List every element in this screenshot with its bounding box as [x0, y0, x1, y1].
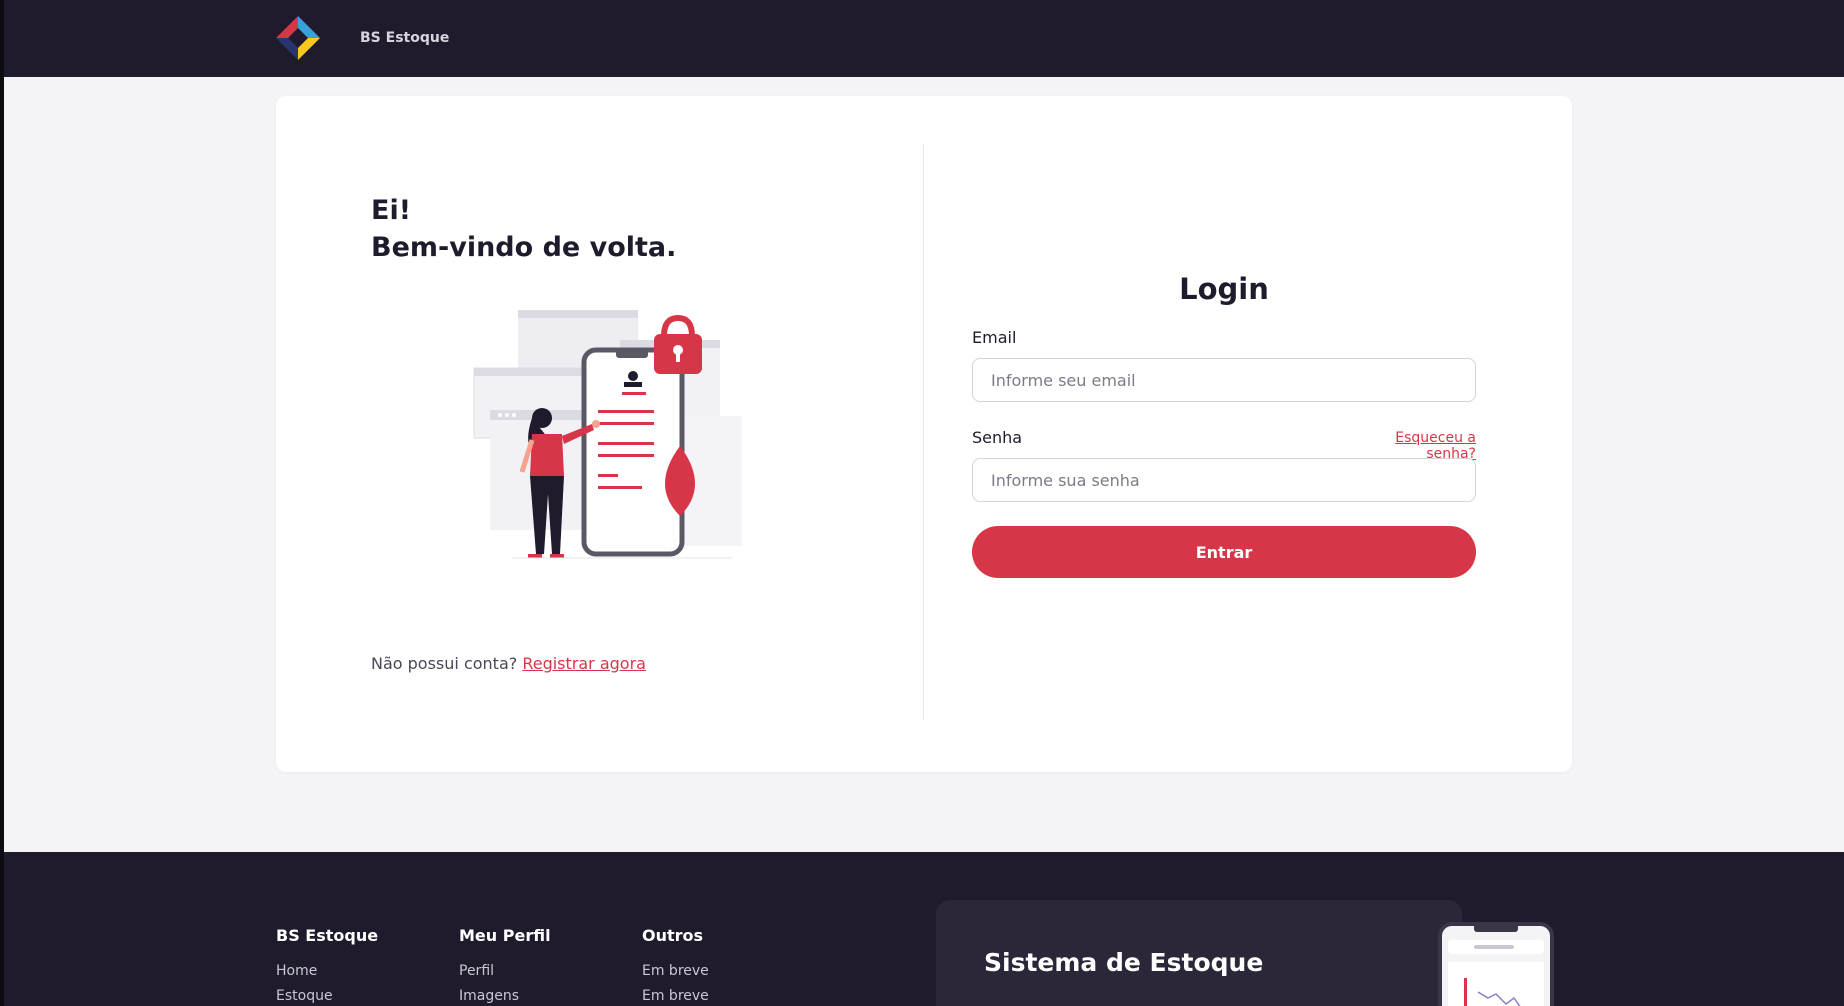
footer-column-title: BS Estoque: [276, 926, 379, 945]
footer-column-bs-estoque: BS Estoque Home Estoque: [276, 926, 378, 1006]
footer-link-perfil[interactable]: Perfil: [459, 959, 551, 984]
card-divider: [923, 144, 924, 720]
footer-column-meu-perfil: Meu Perfil Perfil Imagens: [459, 926, 551, 1006]
footer-link-em-breve[interactable]: Em breve: [642, 959, 709, 984]
footer-link-em-breve[interactable]: Em breve: [642, 984, 709, 1006]
brand-name[interactable]: BS Estoque: [360, 30, 449, 46]
footer-link-imagens[interactable]: Imagens: [459, 984, 551, 1006]
signup-prompt-text: Não possui conta?: [371, 654, 518, 673]
window-edge: [0, 0, 4, 1006]
footer-link-estoque[interactable]: Estoque: [276, 984, 378, 1006]
greeting-line-1: Ei!: [371, 195, 412, 226]
signup-prompt: Não possui conta? Registrar agora: [371, 654, 646, 673]
footer-column-title: Outros: [642, 926, 704, 945]
promo-title: Sistema de Estoque: [984, 948, 1264, 977]
welcome-heading: Ei! Bem-vindo de volta.: [371, 192, 676, 266]
email-field[interactable]: [972, 358, 1476, 402]
site-footer: BS Estoque Home Estoque Meu Perfil Perfi…: [0, 852, 1844, 1006]
login-title: Login: [1179, 272, 1269, 306]
login-illustration: [473, 310, 742, 559]
promo-card: Sistema de Estoque: [936, 900, 1462, 1006]
footer-column-outros: Outros Em breve Em breve: [642, 926, 709, 1006]
password-label: Senha: [972, 428, 1023, 447]
top-navbar: BS Estoque: [0, 0, 1844, 77]
login-submit-button[interactable]: Entrar: [972, 526, 1476, 578]
footer-column-title: Meu Perfil: [459, 926, 551, 945]
brand-logo-icon[interactable]: [274, 14, 322, 62]
email-label: Email: [972, 328, 1017, 347]
phone-mockup-icon: [1438, 922, 1554, 1006]
register-now-link[interactable]: Registrar agora: [522, 654, 646, 673]
password-field[interactable]: [972, 458, 1476, 502]
greeting-line-2: Bem-vindo de volta.: [371, 232, 677, 263]
login-card: Ei! Bem-vindo de volta. Não possui conta…: [276, 96, 1572, 772]
footer-link-home[interactable]: Home: [276, 959, 378, 984]
